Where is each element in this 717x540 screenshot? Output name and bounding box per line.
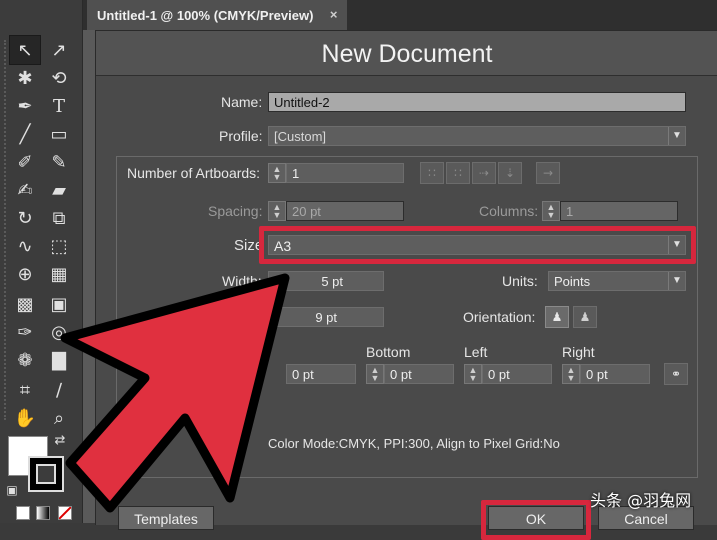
rectangle-tool-icon[interactable]: ▭ <box>44 120 74 148</box>
orientation-label: Orientation: <box>463 309 536 325</box>
gradient-mode-icon[interactable] <box>36 506 50 520</box>
grid-by-column-icon[interactable]: ∷ <box>446 162 470 184</box>
panel-grip[interactable] <box>4 40 9 420</box>
rotate-tool-icon[interactable]: ↻ <box>10 204 40 232</box>
free-transform-tool-icon[interactable]: ⬚ <box>44 232 74 260</box>
size-highlight-box <box>259 226 696 264</box>
link-bleed-icon[interactable]: ⚭ <box>664 363 688 385</box>
units-label: Units: <box>502 273 538 289</box>
hand-tool-icon[interactable]: ✋ <box>10 404 40 432</box>
artboard-tool-icon[interactable]: ⌗ <box>10 376 40 404</box>
profile-value: [Custom] <box>274 129 327 144</box>
units-value: Points <box>554 274 591 289</box>
document-tab-bar: Untitled-1 @ 100% (CMYK/Preview) × <box>83 0 717 30</box>
artboards-input[interactable]: 1 <box>286 163 404 183</box>
spacing-stepper[interactable]: ▲ ▼ <box>268 201 286 221</box>
default-colors-icon[interactable]: ▣ <box>2 480 22 500</box>
right-to-left-icon[interactable]: → <box>536 162 560 184</box>
columns-input[interactable]: 1 <box>560 201 678 221</box>
scale-tool-icon[interactable]: ⧉ <box>44 204 74 232</box>
profile-dropdown[interactable]: [Custom] ▼ <box>268 126 686 146</box>
color-mode-icon[interactable] <box>16 506 30 520</box>
arrange-by-column-icon[interactable]: ⇣ <box>498 162 522 184</box>
blob-brush-tool-icon[interactable]: ✍ <box>10 176 40 204</box>
pencil-tool-icon[interactable]: ✎ <box>44 148 74 176</box>
shape-builder-tool-icon[interactable]: ⊕ <box>10 260 40 288</box>
symbol-sprayer-tool-icon[interactable]: ❁ <box>10 346 40 374</box>
arrange-by-row-icon[interactable]: ⇢ <box>472 162 496 184</box>
name-label: Name: <box>221 94 263 110</box>
magic-wand-tool-icon[interactable]: ✱ <box>10 64 40 92</box>
grid-by-row-icon[interactable]: ∷ <box>420 162 444 184</box>
selection-tool-icon[interactable]: ↖ <box>9 35 41 65</box>
line-tool-icon[interactable]: ╱ <box>10 120 40 148</box>
eyedropper-tool-icon[interactable]: ✑ <box>10 318 40 346</box>
name-input[interactable]: Untitled-2 <box>268 92 686 112</box>
arrow-shape <box>60 273 290 513</box>
ok-highlight-box <box>481 500 591 540</box>
landscape-orientation-icon[interactable]: ♟ <box>573 306 597 328</box>
close-tab-icon[interactable]: × <box>330 7 338 22</box>
paintbrush-tool-icon[interactable]: ✐ <box>10 148 40 176</box>
direct-selection-tool-icon[interactable]: ↗ <box>44 36 74 64</box>
profile-label: Profile: <box>219 128 263 144</box>
spacing-input[interactable]: 20 pt <box>286 201 404 221</box>
spacing-label: Spacing: <box>208 203 263 219</box>
watermark: 头条 @羽兔网 <box>590 491 692 510</box>
eraser-tool-icon[interactable]: ▰ <box>44 176 74 204</box>
mesh-tool-icon[interactable]: ▩ <box>10 290 40 318</box>
units-dropdown[interactable]: Points ▼ <box>548 271 686 291</box>
bleed-left-input[interactable]: 0 pt <box>482 364 552 384</box>
columns-label: Columns: <box>479 203 539 219</box>
bleed-bottom-input[interactable]: 0 pt <box>384 364 454 384</box>
dialog-title: New Document <box>321 40 493 68</box>
chevron-down-icon: ▼ <box>668 272 685 290</box>
pointer-arrow-overlay <box>60 273 290 513</box>
bleed-bottom-stepper[interactable]: ▲ ▼ <box>366 364 384 384</box>
bleed-left-stepper[interactable]: ▲ ▼ <box>464 364 482 384</box>
bleed-right-label: Right <box>562 344 595 360</box>
portrait-orientation-icon[interactable]: ♟ <box>545 306 569 328</box>
bleed-right-stepper[interactable]: ▲ ▼ <box>562 364 580 384</box>
columns-stepper[interactable]: ▲ ▼ <box>542 201 560 221</box>
bleed-left-label: Left <box>464 344 488 360</box>
bleed-bottom-label: Bottom <box>366 344 411 360</box>
width-tool-icon[interactable]: ∿ <box>10 232 40 260</box>
artboards-label: Number of Artboards: <box>127 165 261 181</box>
chevron-down-icon: ▼ <box>668 127 685 145</box>
pen-tool-icon[interactable]: ✒ <box>10 92 40 120</box>
lasso-tool-icon[interactable]: ⟲ <box>44 64 74 92</box>
artboards-stepper[interactable]: ▲ ▼ <box>268 163 286 183</box>
document-tab-title: Untitled-1 @ 100% (CMYK/Preview) <box>97 7 314 23</box>
bleed-right-input[interactable]: 0 pt <box>580 364 650 384</box>
type-tool-icon[interactable]: T <box>44 92 74 120</box>
document-tab[interactable]: Untitled-1 @ 100% (CMYK/Preview) × <box>87 0 348 30</box>
